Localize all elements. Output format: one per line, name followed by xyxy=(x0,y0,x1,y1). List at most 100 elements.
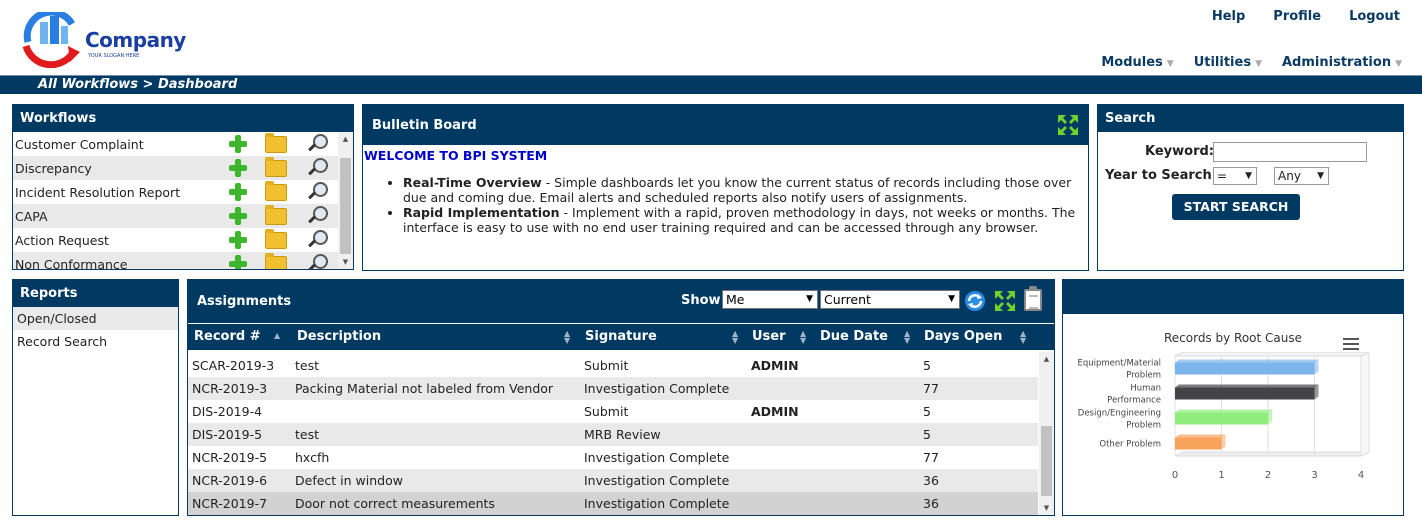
table-cell[interactable]: NCR-2019-3 xyxy=(192,381,267,396)
table-cell: 36 xyxy=(923,496,939,511)
folder-icon[interactable] xyxy=(265,229,287,249)
hamburger-menu-icon[interactable] xyxy=(1343,338,1359,350)
search-icon[interactable] xyxy=(307,230,328,250)
search-icon[interactable] xyxy=(307,254,328,269)
add-icon[interactable] xyxy=(229,183,247,201)
col-record[interactable]: Record # xyxy=(194,329,261,344)
profile-link[interactable]: Profile xyxy=(1273,9,1321,24)
workflow-list: Customer Complaint Discrepancy Incident Re… xyxy=(13,132,339,269)
col-signature[interactable]: Signature xyxy=(585,329,657,344)
add-icon[interactable] xyxy=(229,135,247,153)
start-search-button[interactable]: START SEARCH xyxy=(1172,194,1300,220)
chart-bar[interactable] xyxy=(1175,412,1268,425)
category-label: Problem xyxy=(1126,371,1161,381)
report-open-closed[interactable]: Open/Closed xyxy=(13,307,178,330)
add-icon[interactable] xyxy=(229,255,247,269)
table-cell[interactable]: SCAR-2019-3 xyxy=(192,358,274,373)
category-label: Performance xyxy=(1107,396,1161,406)
search-icon[interactable] xyxy=(307,158,328,178)
expand-icon[interactable] xyxy=(994,290,1016,312)
folder-icon[interactable] xyxy=(265,205,287,225)
sort-icon[interactable]: ▲ ▼ xyxy=(732,330,738,345)
assignments-scrollbar[interactable]: ▲ ▼ xyxy=(1039,352,1054,515)
refresh-icon[interactable] xyxy=(964,290,986,312)
expand-icon[interactable] xyxy=(1057,114,1079,136)
col-description[interactable]: Description xyxy=(297,329,381,344)
add-icon[interactable] xyxy=(229,159,247,177)
menu-administration[interactable]: Administration ▼ xyxy=(1282,55,1402,70)
breadcrumb-bar: All Workflows > Dashboard xyxy=(0,75,1422,94)
bar-top xyxy=(1175,384,1319,388)
sort-asc-icon[interactable]: ▲ xyxy=(274,332,280,340)
table-cell[interactable]: NCR-2019-5 xyxy=(192,450,267,465)
table-row[interactable]: NCR-2019-7 Door not correct measurements I… xyxy=(188,492,1038,515)
menu-utilities[interactable]: Utilities ▼ xyxy=(1194,55,1262,70)
scroll-thumb[interactable] xyxy=(1041,426,1052,496)
workflow-label[interactable]: Action Request xyxy=(13,233,223,248)
logout-link[interactable]: Logout xyxy=(1349,9,1400,24)
menu-modules[interactable]: Modules ▼ xyxy=(1101,55,1173,70)
sort-icon[interactable]: ▲ ▼ xyxy=(800,330,806,345)
table-cell[interactable]: NCR-2019-6 xyxy=(192,473,267,488)
year-select[interactable]: Any ▼ xyxy=(1274,167,1329,185)
workflow-label[interactable]: Discrepancy xyxy=(13,161,223,176)
scroll-up-icon[interactable]: ▲ xyxy=(1039,352,1054,366)
add-icon[interactable] xyxy=(229,207,247,225)
col-due-date[interactable]: Due Date xyxy=(820,329,888,344)
sort-icon[interactable]: ▲ ▼ xyxy=(564,330,570,345)
workflow-label[interactable]: Non Conformance xyxy=(13,257,223,270)
clipboard-icon[interactable] xyxy=(1024,286,1042,311)
show-user-value: Me xyxy=(726,292,745,307)
table-cell[interactable]: DIS-2019-4 xyxy=(192,404,262,419)
chart-bar[interactable] xyxy=(1175,437,1222,450)
workflow-scrollbar[interactable]: ▲ ▼ xyxy=(338,132,353,269)
workflow-label[interactable]: Incident Resolution Report xyxy=(13,185,223,200)
workflow-row[interactable]: Action Request xyxy=(13,228,339,252)
operator-select[interactable]: = ▼ xyxy=(1213,167,1257,185)
chevron-down-icon: ▼ xyxy=(1255,59,1262,69)
breadcrumb[interactable]: All Workflows > Dashboard xyxy=(38,77,237,92)
folder-icon[interactable] xyxy=(265,181,287,201)
workflow-row[interactable]: CAPA xyxy=(13,204,339,228)
workflow-label[interactable]: CAPA xyxy=(13,209,223,224)
col-days-open[interactable]: Days Open xyxy=(924,329,1002,344)
table-row[interactable]: NCR-2019-5 hxcfh Investigation Complete 77 xyxy=(188,446,1038,469)
show-status-select[interactable]: Current ▼ xyxy=(820,290,960,309)
col-user[interactable]: User xyxy=(752,329,786,344)
table-row[interactable]: NCR-2019-6 Defect in window Investigation … xyxy=(188,469,1038,492)
table-cell[interactable]: DIS-2019-5 xyxy=(192,427,262,442)
workflow-row[interactable]: Discrepancy xyxy=(13,156,339,180)
chart-bar[interactable] xyxy=(1175,362,1315,375)
workflow-row[interactable]: Customer Complaint xyxy=(13,132,339,156)
folder-icon[interactable] xyxy=(265,157,287,177)
table-cell: 5 xyxy=(923,404,931,419)
workflow-row[interactable]: Incident Resolution Report xyxy=(13,180,339,204)
scroll-up-icon[interactable]: ▲ xyxy=(338,132,353,146)
sort-icon[interactable]: ▲ ▼ xyxy=(904,330,910,345)
scroll-down-icon[interactable]: ▼ xyxy=(338,255,353,269)
show-user-select[interactable]: Me ▼ xyxy=(722,290,818,309)
search-icon[interactable] xyxy=(307,134,328,154)
table-row[interactable]: SCAR-2019-3 test Submit ADMIN 5 xyxy=(188,354,1038,377)
table-cell[interactable]: NCR-2019-7 xyxy=(192,496,267,511)
scroll-thumb[interactable] xyxy=(340,158,351,254)
folder-icon[interactable] xyxy=(265,253,287,269)
folder-icon[interactable] xyxy=(265,133,287,153)
sort-icon[interactable]: ▲ ▼ xyxy=(1020,330,1026,345)
report-record-search[interactable]: Record Search xyxy=(13,330,178,353)
search-icon[interactable] xyxy=(307,182,328,202)
keyword-input[interactable] xyxy=(1213,142,1367,162)
table-row[interactable]: NCR-2019-3 Packing Material not labeled f… xyxy=(188,377,1038,400)
search-icon[interactable] xyxy=(307,206,328,226)
workflow-label[interactable]: Customer Complaint xyxy=(13,137,223,152)
scroll-down-icon[interactable]: ▼ xyxy=(1039,501,1054,515)
workflow-row[interactable]: Non Conformance xyxy=(13,252,339,269)
add-icon[interactable] xyxy=(229,231,247,249)
table-row[interactable]: DIS-2019-5 test MRB Review 5 xyxy=(188,423,1038,446)
help-link[interactable]: Help xyxy=(1212,9,1245,24)
x-tick-label: 3 xyxy=(1311,470,1317,481)
chevron-down-icon: ▼ xyxy=(1245,171,1252,181)
table-cell: Defect in window xyxy=(295,473,403,488)
chart-bar[interactable] xyxy=(1175,387,1315,400)
table-row[interactable]: DIS-2019-4 Submit ADMIN 5 xyxy=(188,400,1038,423)
